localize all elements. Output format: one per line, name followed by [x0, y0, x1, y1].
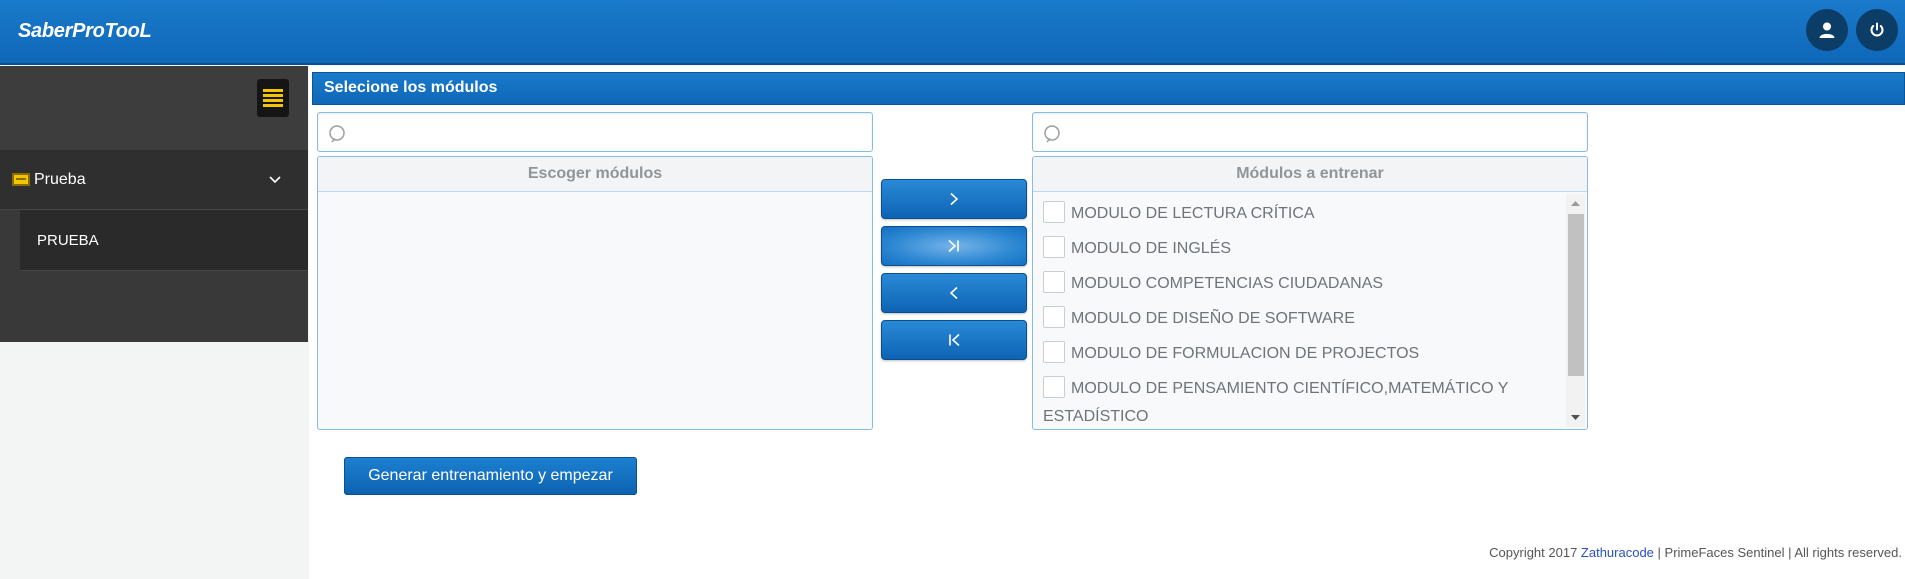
footer-prefix: Copyright 2017: [1489, 545, 1581, 560]
add-all-button[interactable]: [881, 226, 1027, 266]
checkbox[interactable]: [1043, 376, 1065, 398]
search-icon: [1044, 125, 1060, 143]
target-search: [1032, 112, 1588, 152]
source-search: [317, 112, 873, 152]
list-item-label: MODULO DE FORMULACION DE PROJECTOS: [1071, 345, 1420, 362]
hamburger-menu-icon[interactable]: [257, 79, 289, 117]
target-search-input[interactable]: [1069, 119, 1574, 145]
user-button[interactable]: [1806, 9, 1848, 51]
remove-button[interactable]: [881, 273, 1027, 313]
checkbox[interactable]: [1043, 341, 1065, 363]
user-icon: [1819, 22, 1835, 38]
add-button[interactable]: [881, 179, 1027, 219]
footer: Copyright 2017 Zathuracode | PrimeFaces …: [1489, 545, 1902, 560]
scroll-up-icon[interactable]: [1566, 194, 1585, 212]
sidebar-group-label: Prueba: [34, 170, 86, 188]
top-bar: SaberProTooL: [0, 0, 1905, 65]
target-list-body: MODULO DE LECTURA CRÍTICA MODULO DE INGL…: [1033, 192, 1587, 429]
scroll-down-icon[interactable]: [1566, 409, 1585, 427]
sidebar-group-prueba[interactable]: Prueba: [0, 150, 308, 210]
chevron-left-icon: [949, 286, 958, 300]
source-list-body[interactable]: [318, 192, 872, 429]
target-list: Módulos a entrenar MODULO DE LECTURA CRÍ…: [1032, 156, 1588, 430]
remove-all-button[interactable]: [881, 320, 1027, 360]
chevron-bar-right-icon: [948, 239, 959, 253]
card-icon: [12, 173, 30, 186]
list-item[interactable]: MODULO DE LECTURA CRÍTICA: [1033, 196, 1565, 231]
bar-chevron-left-icon: [949, 333, 960, 347]
list-item[interactable]: MODULO DE DISEÑO DE SOFTWARE: [1033, 301, 1565, 336]
sidebar-item-prueba[interactable]: PRUEBA: [20, 210, 308, 271]
list-item-label: MODULO DE DISEÑO DE SOFTWARE: [1071, 310, 1355, 327]
sidebar: Prueba PRUEBA: [0, 66, 308, 342]
target-items: MODULO DE LECTURA CRÍTICA MODULO DE INGL…: [1033, 192, 1565, 429]
checkbox[interactable]: [1043, 236, 1065, 258]
vertical-scrollbar[interactable]: [1566, 194, 1585, 427]
list-item[interactable]: MODULO DE PENSAMIENTO CIENTÍFICO,MATEMÁT…: [1033, 371, 1565, 429]
list-item[interactable]: MODULO DE INGLÉS: [1033, 231, 1565, 266]
checkbox[interactable]: [1043, 306, 1065, 328]
footer-suffix: | PrimeFaces Sentinel | All rights reser…: [1653, 545, 1902, 560]
checkbox[interactable]: [1043, 201, 1065, 223]
chevron-right-icon: [950, 192, 959, 206]
list-item-label: MODULO COMPETENCIAS CIUDADANAS: [1071, 275, 1384, 292]
checkbox[interactable]: [1043, 271, 1065, 293]
source-search-input[interactable]: [354, 119, 859, 145]
sidebar-header: [0, 66, 308, 150]
source-list-caption: Escoger módulos: [318, 157, 872, 192]
generate-training-button[interactable]: Generar entrenamiento y empezar: [344, 457, 637, 495]
list-item-label: MODULO DE INGLÉS: [1071, 240, 1232, 257]
scroll-thumb[interactable]: [1568, 214, 1584, 376]
list-item[interactable]: MODULO DE FORMULACION DE PROJECTOS: [1033, 336, 1565, 371]
power-icon: [1870, 22, 1884, 37]
list-item-label: MODULO DE LECTURA CRÍTICA: [1071, 205, 1315, 222]
target-list-caption: Módulos a entrenar: [1033, 157, 1587, 192]
brand-logo[interactable]: SaberProTooL: [18, 20, 152, 43]
chevron-down-icon: [269, 176, 281, 184]
sidebar-item-label: PRUEBA: [37, 231, 99, 249]
search-icon: [329, 125, 345, 143]
footer-link[interactable]: Zathuracode: [1581, 545, 1654, 560]
list-item-label: MODULO DE PENSAMIENTO CIENTÍFICO,MATEMÁT…: [1043, 380, 1509, 425]
logout-button[interactable]: [1856, 9, 1898, 51]
panel-title: Selecione los módulos: [312, 72, 1905, 105]
list-item[interactable]: MODULO COMPETENCIAS CIUDADANAS: [1033, 266, 1565, 301]
source-list: Escoger módulos: [317, 156, 873, 430]
